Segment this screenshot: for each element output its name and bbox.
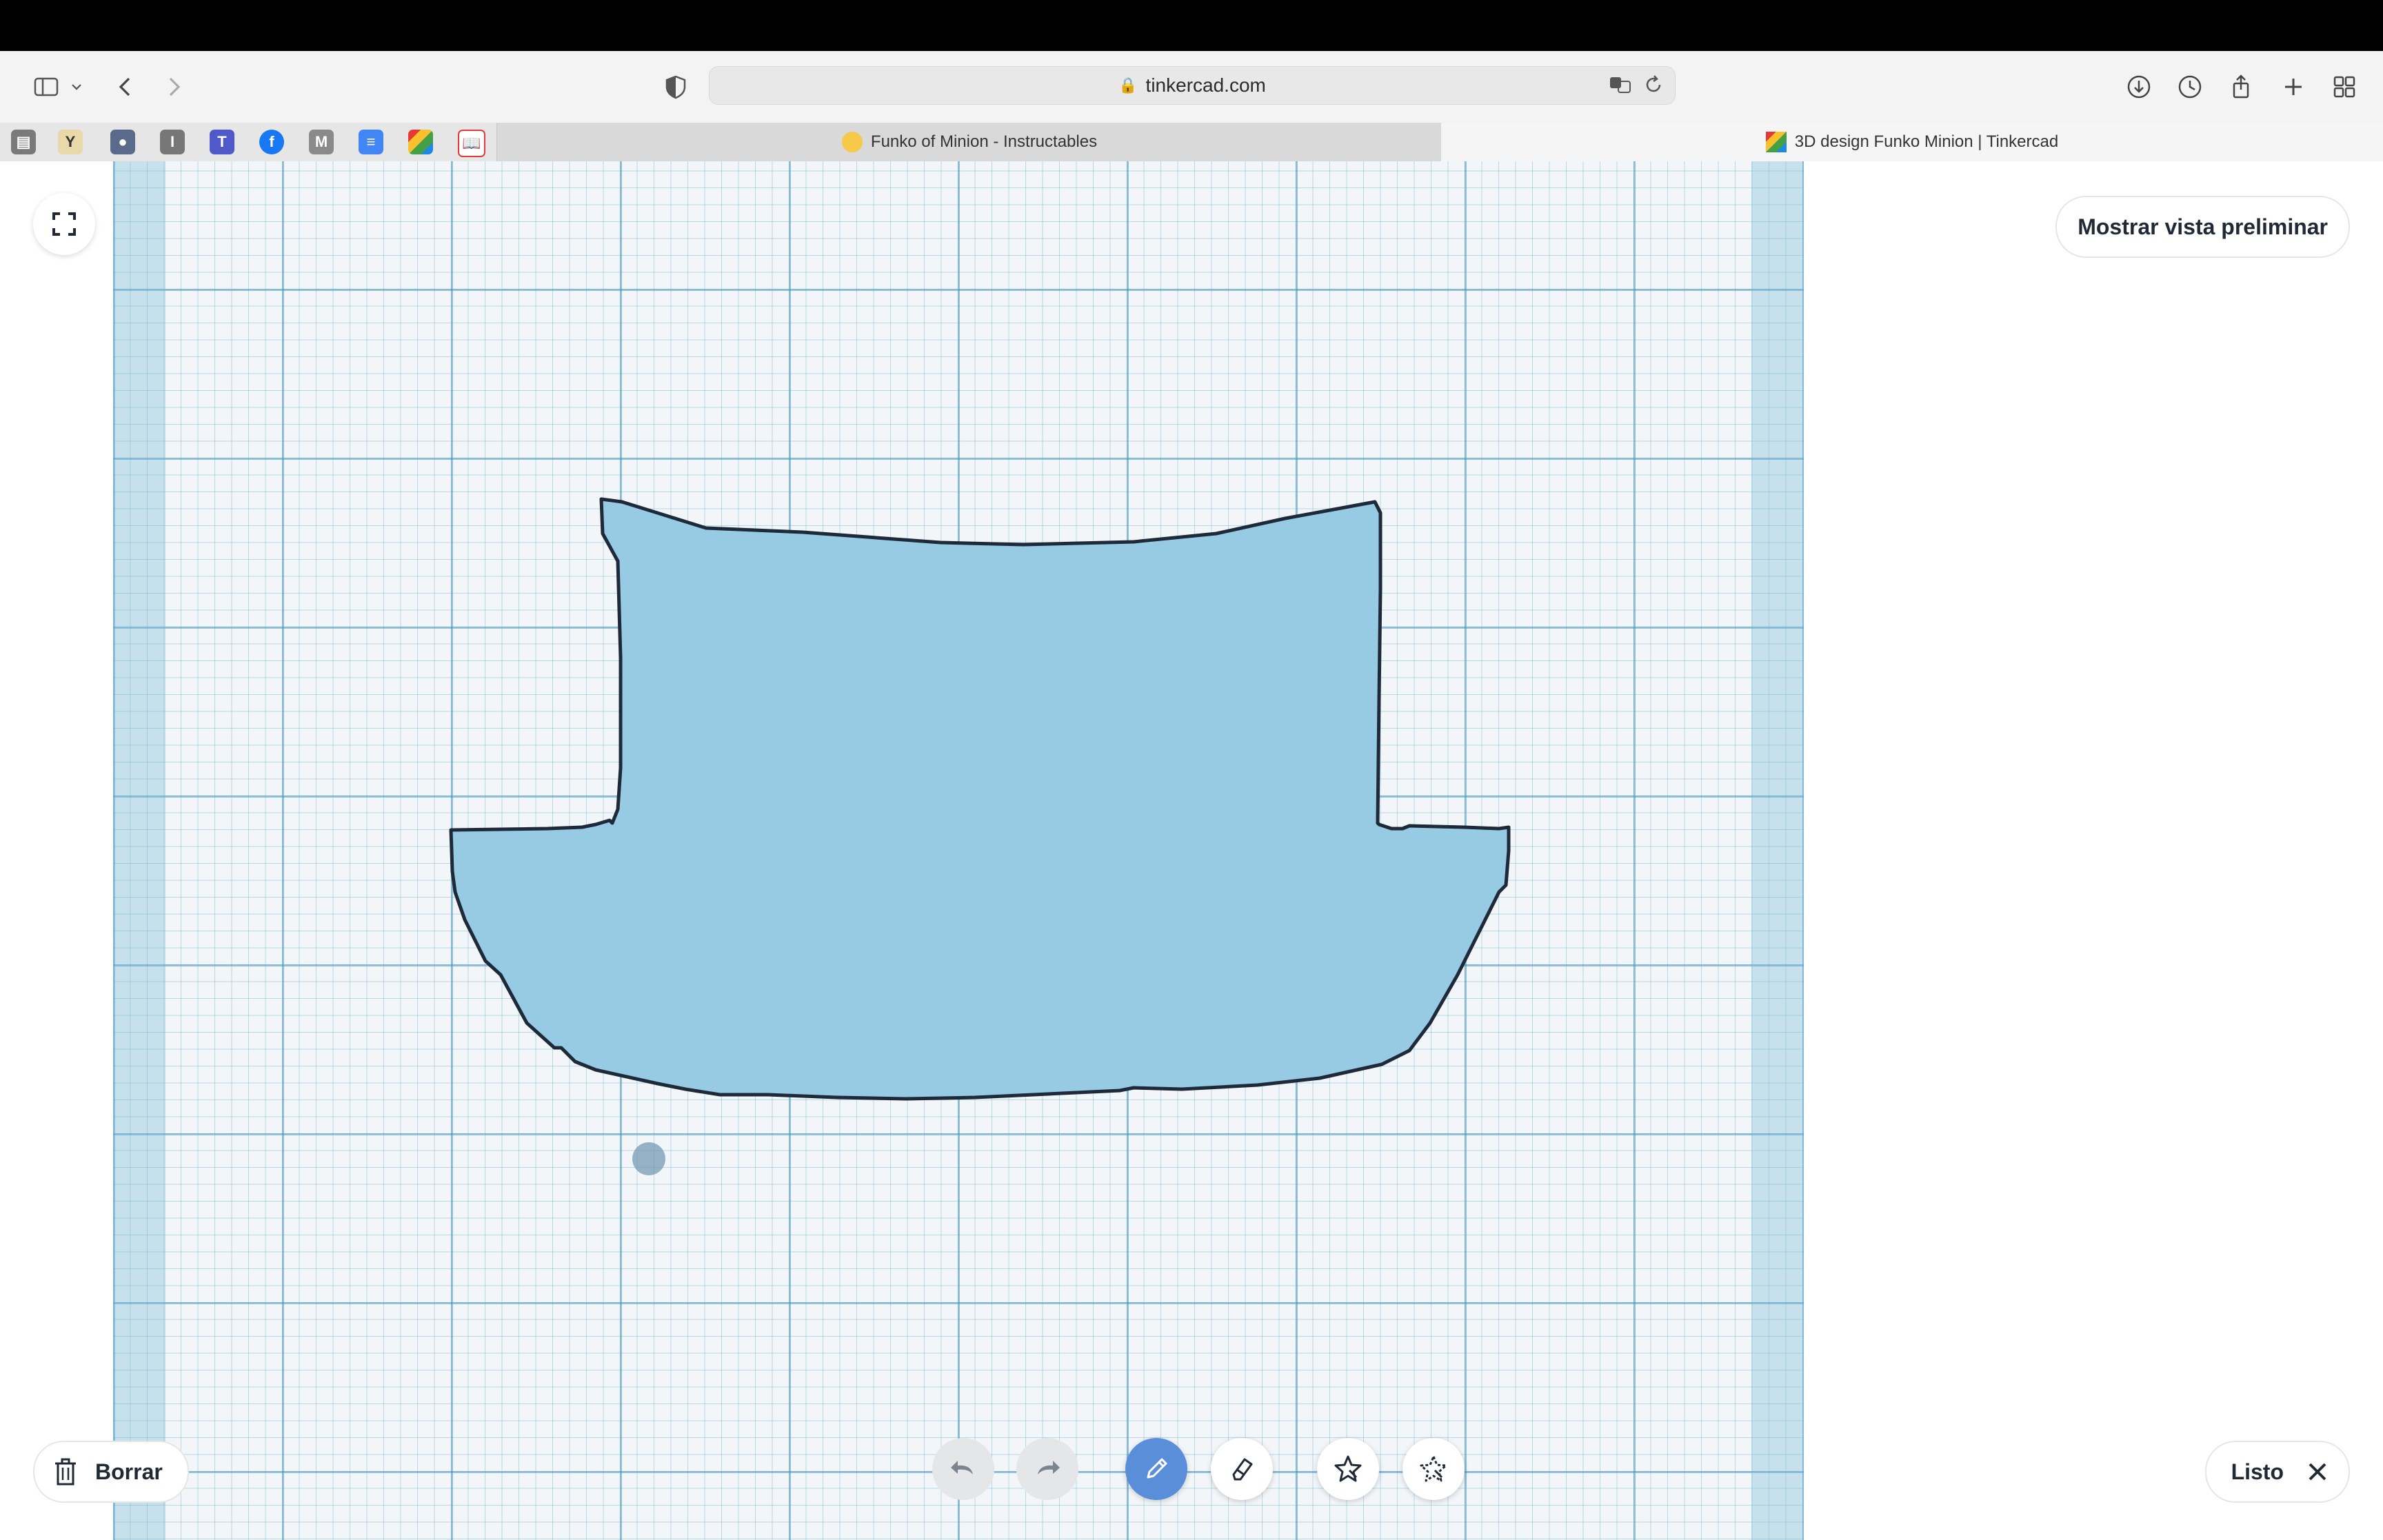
bookmark-1-icon[interactable]: ▤ — [11, 130, 36, 154]
drawn-shape[interactable] — [449, 497, 1511, 1101]
expand-icon — [52, 212, 76, 236]
lock-icon: 🔒 — [1118, 77, 1138, 94]
undo-button[interactable] — [932, 1438, 994, 1500]
chevron-down-icon[interactable] — [66, 69, 87, 105]
fullscreen-button[interactable] — [33, 193, 95, 255]
tab-overview-icon[interactable] — [2326, 69, 2362, 105]
eraser-icon — [1232, 1458, 1253, 1481]
translate-icon[interactable] — [1609, 73, 1632, 100]
drawn-shape-layer — [449, 497, 1511, 1101]
tab-label: 3D design Funko Minion | Tinkercad — [1794, 132, 2059, 151]
add-shape-tool-button[interactable] — [1317, 1438, 1379, 1500]
tab-instructables[interactable]: Funko of Minion - Instructables — [496, 123, 1442, 161]
sketch-editor: Mostrar vista preliminar Borrar Listo — [0, 161, 2383, 1540]
privacy-shield-icon[interactable] — [658, 69, 694, 105]
done-label: Listo — [2231, 1459, 2284, 1484]
done-button[interactable]: Listo — [2204, 1441, 2350, 1503]
share-icon[interactable] — [2223, 69, 2259, 105]
show-preview-label: Mostrar vista preliminar — [2078, 214, 2328, 239]
teams-icon[interactable]: T — [210, 130, 234, 154]
tab-label: Funko of Minion - Instructables — [870, 132, 1098, 151]
google-docs-icon[interactable]: ≡ — [359, 130, 383, 154]
system-menu-bar — [0, 0, 2383, 51]
address-url: tinkercad.com — [1145, 74, 1266, 96]
instapaper-icon[interactable]: I — [160, 130, 185, 154]
sidebar-toggle-icon[interactable] — [25, 69, 68, 105]
close-icon — [2309, 1463, 2326, 1481]
instructables-favicon-icon — [841, 132, 863, 152]
browser-toolbar: 🔒 tinkercad.com — [0, 51, 2383, 123]
eraser-tool-button[interactable] — [1211, 1438, 1273, 1500]
books-icon[interactable]: 📖 — [458, 130, 485, 157]
redo-icon — [1038, 1461, 1060, 1475]
history-icon[interactable] — [2172, 69, 2208, 105]
redo-button[interactable] — [1016, 1438, 1078, 1500]
reload-icon[interactable] — [1642, 73, 1665, 100]
trash-icon — [55, 1458, 76, 1486]
drawing-canvas[interactable] — [113, 161, 1804, 1540]
delete-button[interactable]: Borrar — [33, 1441, 189, 1503]
tinkercad-favicon-icon — [1765, 132, 1787, 152]
tab-bar: ▤ Y ● I T f M ≡ 📖 Funko of Minion - Inst… — [0, 123, 2383, 162]
medium-icon[interactable]: M — [309, 130, 334, 154]
subtract-shape-tool-button[interactable] — [1402, 1438, 1465, 1500]
tinkercad-icon[interactable] — [408, 130, 433, 154]
tab-tinkercad[interactable]: 3D design Funko Minion | Tinkercad — [1441, 123, 2383, 161]
shape-add-icon — [1334, 1455, 1362, 1482]
undo-icon — [951, 1461, 973, 1475]
bookmark-2-icon[interactable]: Y — [58, 130, 83, 154]
downloads-icon[interactable] — [2121, 69, 2157, 105]
address-bar[interactable]: 🔒 tinkercad.com — [709, 66, 1676, 105]
show-preview-button[interactable]: Mostrar vista preliminar — [2055, 196, 2350, 258]
forward-icon[interactable] — [156, 69, 192, 105]
new-tab-icon[interactable] — [2275, 69, 2311, 105]
pencil-tool-button[interactable] — [1125, 1438, 1187, 1500]
back-icon[interactable] — [108, 69, 143, 105]
pointer-indicator — [632, 1142, 665, 1175]
bookmark-3-icon[interactable]: ● — [110, 130, 135, 154]
delete-label: Borrar — [95, 1459, 163, 1484]
shape-subtract-icon — [1420, 1455, 1447, 1482]
facebook-icon[interactable]: f — [259, 130, 284, 154]
pencil-icon — [1147, 1458, 1167, 1479]
